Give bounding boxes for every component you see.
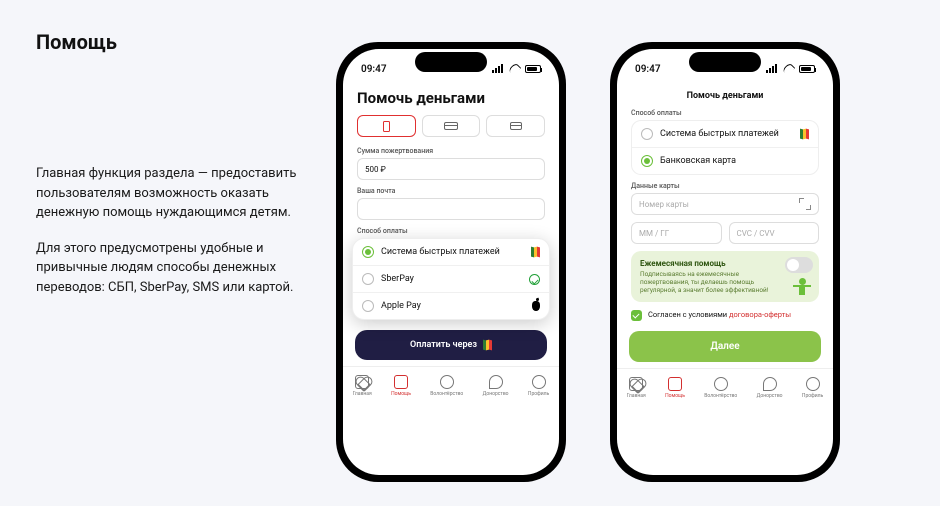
tab-home[interactable]: Главная: [353, 375, 372, 397]
option-bank-card-label: Банковская карта: [660, 156, 809, 166]
amount-input[interactable]: 500 ₽: [357, 158, 545, 180]
scan-card-icon[interactable]: [799, 198, 811, 210]
page-title: Помощь: [36, 30, 316, 54]
battery-icon: [799, 65, 815, 73]
radio-empty-icon: [362, 300, 374, 312]
card-cvv-input[interactable]: CVC / CVV: [729, 222, 820, 244]
option-applepay-label: Apple Pay: [381, 301, 525, 311]
donor-icon: [763, 377, 777, 391]
sbp-logo-icon: [531, 247, 540, 257]
help-icon: [668, 377, 682, 391]
option-applepay[interactable]: Apple Pay: [353, 293, 549, 319]
sber-logo-icon: [529, 274, 540, 285]
donor-icon: [489, 375, 503, 389]
tab-volunteer[interactable]: Волонтёрство: [430, 375, 463, 397]
consent-link[interactable]: договора-оферты: [729, 310, 791, 319]
tab-help[interactable]: Помощь: [665, 377, 685, 399]
card-number-input[interactable]: Номер карты: [631, 193, 819, 215]
wifi-icon: [782, 62, 795, 75]
tab-bar: Главная Помощь Волонтёрство Донорство Пр…: [343, 366, 559, 410]
email-input[interactable]: [357, 198, 545, 220]
mascot-icon: [793, 278, 811, 298]
help-icon: [394, 375, 408, 389]
signal-icon: [766, 65, 778, 73]
option-bank-card[interactable]: Банковская карта: [632, 148, 818, 174]
tab-help[interactable]: Помощь: [391, 375, 411, 397]
card-wide-icon: [444, 122, 458, 130]
tab-volunteer[interactable]: Волонтёрство: [704, 377, 737, 399]
status-time: 09:47: [635, 64, 661, 75]
option-sbp[interactable]: Система быстрых платежей: [632, 121, 818, 148]
card-icon: [510, 122, 522, 130]
sbp-logo-icon: [800, 129, 809, 139]
tab-profile[interactable]: Профиль: [528, 375, 549, 397]
screen-title: Помочь деньгами: [357, 89, 545, 107]
payment-method-label: Способ оплаты: [357, 227, 545, 235]
payment-method-label: Способ оплаты: [631, 109, 819, 117]
phone-icon: [383, 121, 390, 132]
sbp-logo-icon: [483, 340, 492, 350]
promo-text: Подписываясь на ежемесячные пожертвовани…: [640, 270, 771, 294]
profile-icon: [806, 377, 820, 391]
apple-logo-icon: [532, 301, 540, 311]
payment-type-segmented: [357, 115, 545, 137]
profile-icon: [532, 375, 546, 389]
pay-button[interactable]: Оплатить через: [355, 330, 547, 360]
nav-title: Помочь деньгами: [631, 87, 819, 109]
promo-title: Ежемесячная помощь: [640, 259, 771, 268]
status-time: 09:47: [361, 64, 387, 75]
description-paragraph-1: Главная функция раздела — предоставить п…: [36, 164, 316, 223]
segment-phone[interactable]: [357, 115, 416, 137]
tab-profile[interactable]: Профиль: [802, 377, 823, 399]
checkbox-checked-icon: [631, 310, 642, 321]
payment-options-list: Система быстрых платежей SberPay Apple P…: [352, 238, 550, 320]
monthly-toggle[interactable]: [785, 257, 813, 273]
consent-row[interactable]: Согласен с условиями договора-оферты: [631, 310, 819, 321]
option-sbp-label: Система быстрых платежей: [381, 247, 524, 257]
option-sberpay-label: SberPay: [381, 274, 522, 284]
radio-empty-icon: [362, 273, 374, 285]
monthly-help-promo: Ежемесячная помощь Подписываясь на ежеме…: [631, 251, 819, 302]
option-sbp[interactable]: Система быстрых платежей: [353, 239, 549, 266]
segment-card-wide[interactable]: [422, 115, 481, 137]
volunteer-icon: [440, 375, 454, 389]
phone-mockup-2: 09:47 Помочь деньгами Способ оплаты Сист…: [610, 42, 840, 482]
heart-icon: [355, 375, 369, 389]
pay-button-label: Оплатить через: [410, 340, 477, 350]
tab-donor[interactable]: Донорство: [483, 375, 509, 397]
card-expiry-input[interactable]: ММ / ГГ: [631, 222, 722, 244]
card-details-label: Данные карты: [631, 182, 819, 190]
phone-mockup-1: 09:47 Помочь деньгами Сумма пожертвовани…: [336, 42, 566, 482]
heart-icon: [629, 377, 643, 391]
next-button[interactable]: Далее: [629, 331, 821, 362]
description-paragraph-2: Для этого предусмотрены удобные и привыч…: [36, 239, 316, 298]
signal-icon: [492, 65, 504, 73]
option-sberpay[interactable]: SberPay: [353, 266, 549, 293]
option-sbp-label: Система быстрых платежей: [660, 129, 793, 139]
tab-bar: Главная Помощь Волонтёрство Донорство Пр…: [617, 368, 833, 412]
payment-options-list: Система быстрых платежей Банковская карт…: [631, 120, 819, 175]
battery-icon: [525, 65, 541, 73]
consent-text: Согласен с условиями: [648, 310, 729, 319]
radio-empty-icon: [641, 128, 653, 140]
email-label: Ваша почта: [357, 187, 545, 195]
radio-selected-icon: [641, 155, 653, 167]
volunteer-icon: [714, 377, 728, 391]
tab-home[interactable]: Главная: [627, 377, 646, 399]
wifi-icon: [508, 62, 521, 75]
notch: [415, 52, 487, 72]
amount-label: Сумма пожертвования: [357, 147, 545, 155]
notch: [689, 52, 761, 72]
radio-selected-icon: [362, 246, 374, 258]
segment-card[interactable]: [486, 115, 545, 137]
card-number-placeholder: Номер карты: [639, 200, 689, 209]
tab-donor[interactable]: Донорство: [757, 377, 783, 399]
